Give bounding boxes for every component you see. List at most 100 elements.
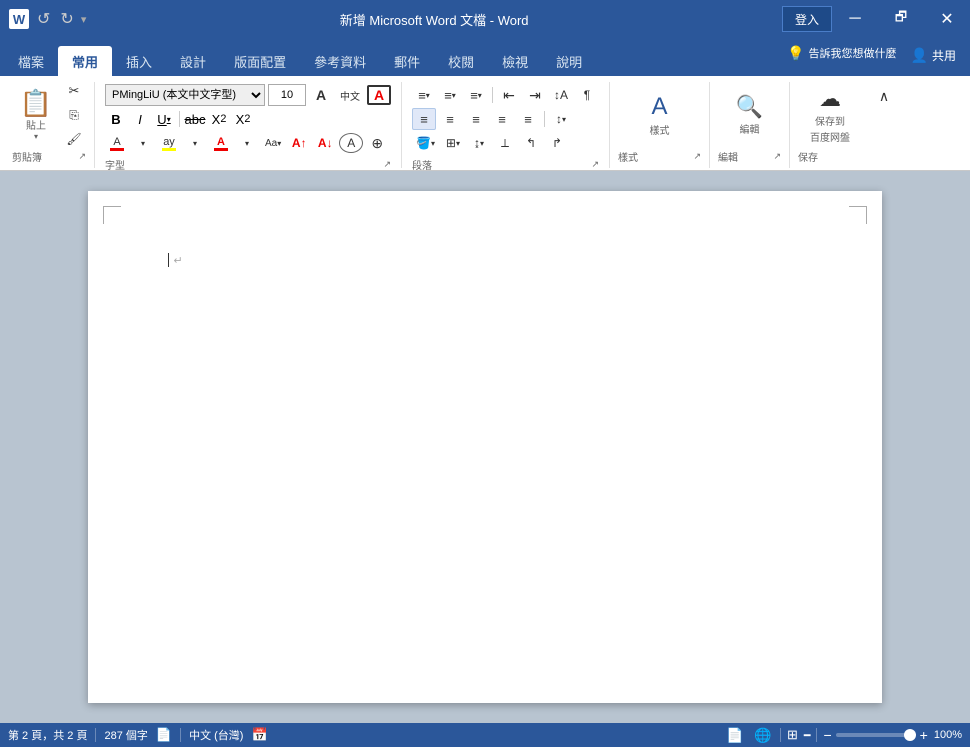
ribbon: 📋 貼上 ▾ ✂ ⎘ 🖌 剪貼簿 ↗ PMingLiU ( — [0, 76, 970, 171]
editing-label: 編輯 — [718, 148, 738, 165]
tab-bar-right: 💡 告訴我您想做什麼 👤 共用 — [787, 38, 966, 76]
tab-view[interactable]: 檢視 — [488, 46, 542, 76]
strikethrough-button[interactable]: abc — [184, 108, 206, 130]
font-color-btn[interactable]: A — [105, 132, 129, 154]
document-page[interactable]: ↵ — [88, 191, 882, 703]
font-encircle-btn[interactable]: ⊕ — [365, 132, 389, 154]
zoom-plus-btn[interactable]: + — [920, 727, 928, 743]
tab-home[interactable]: 常用 — [58, 46, 112, 76]
highlight-btn[interactable]: ay — [157, 132, 181, 154]
styles-expand[interactable]: ↗ — [693, 151, 701, 162]
minimize-button[interactable]: ─ — [832, 0, 878, 38]
tab-design[interactable]: 設計 — [166, 46, 220, 76]
word-app-icon: W — [8, 8, 30, 30]
save-label: 保存 — [798, 148, 818, 165]
clipboard-label: 剪貼簿 — [12, 148, 42, 165]
font-clear-btn[interactable]: A — [367, 85, 391, 105]
clipboard-expand[interactable]: ↗ — [78, 151, 86, 162]
tab-layout[interactable]: 版面配置 — [220, 46, 300, 76]
redo-button[interactable]: ↻ — [57, 9, 76, 29]
zoom-level[interactable]: 100% — [934, 729, 962, 741]
font-case-btn[interactable]: Aa▾ — [261, 132, 285, 154]
status-sep-4 — [816, 728, 817, 742]
login-button[interactable]: 登入 — [782, 6, 832, 32]
font-name-select[interactable]: PMingLiU (本文中文字型) — [105, 84, 265, 106]
copy-button[interactable]: ⎘ — [62, 104, 86, 126]
editing-expand[interactable]: ↗ — [773, 151, 781, 162]
view-web-btn[interactable]: 🌐 — [752, 726, 774, 744]
restore-button[interactable]: 🗗 — [878, 0, 924, 38]
ribbon-group-clipboard: 📋 貼上 ▾ ✂ ⎘ 🖌 剪貼簿 ↗ — [4, 82, 95, 168]
font-zh-btn[interactable]: 中文 — [336, 84, 364, 106]
tab-review[interactable]: 校閱 — [434, 46, 488, 76]
distribute-btn[interactable]: ≡ — [516, 108, 540, 130]
font-circle-btn[interactable]: A — [339, 133, 363, 153]
underline-button[interactable]: U▾ — [153, 108, 175, 130]
cut-button[interactable]: ✂ — [62, 80, 86, 102]
document-content[interactable]: ↵ — [168, 251, 802, 269]
justify-btn[interactable]: ≡ — [490, 108, 514, 130]
bullet-list-btn[interactable]: ≡ ▾ — [412, 84, 436, 106]
zoom-minus-btn[interactable]: − — [823, 727, 831, 743]
focus-icon[interactable]: ━ — [804, 729, 811, 742]
document-area[interactable]: ↵ — [0, 171, 970, 723]
align-center-btn[interactable]: ≡ — [438, 108, 462, 130]
page-info[interactable]: 第 2 頁，共 2 頁 — [8, 727, 87, 743]
zoom-track[interactable] — [836, 733, 916, 737]
decrease-indent-btn[interactable]: ⇤ — [497, 84, 521, 106]
font-size-input[interactable] — [268, 84, 306, 106]
format-painter-button[interactable]: 🖌 — [62, 128, 86, 150]
tell-me-box[interactable]: 💡 告訴我您想做什麼 — [787, 45, 896, 66]
editing-btn[interactable]: 🔍 編輯 — [725, 86, 775, 144]
increase-indent-btn[interactable]: ⇥ — [523, 84, 547, 106]
font-size-up2[interactable]: A↑ — [287, 132, 311, 154]
multilevel-list-btn[interactable]: ≡ ▾ — [464, 84, 488, 106]
zoom-thumb[interactable] — [904, 729, 916, 741]
italic-button[interactable]: I — [129, 108, 151, 130]
ribbon-collapse-btn[interactable]: ∧ — [872, 86, 896, 106]
vertical-text-btn[interactable]: ⟂ — [493, 132, 517, 154]
align-left-btn[interactable]: ≡ — [412, 108, 436, 130]
share-button[interactable]: 👤 共用 — [901, 43, 966, 68]
bold-button[interactable]: B — [105, 108, 127, 130]
shading-btn[interactable]: 🪣▾ — [412, 132, 439, 154]
sort-btn[interactable]: ↕A — [549, 84, 573, 106]
accessibility-icon[interactable]: 📅 — [251, 727, 267, 743]
paragraph-expand[interactable]: ↗ — [591, 159, 599, 170]
tab-help[interactable]: 說明 — [542, 46, 596, 76]
font-dropdown1[interactable]: ▾ — [131, 132, 155, 154]
view-print-btn[interactable]: 📄 — [724, 726, 746, 744]
language[interactable]: 中文 (台灣) — [189, 727, 243, 743]
close-button[interactable]: ✕ — [924, 0, 970, 38]
subscript-button[interactable]: X2 — [208, 108, 230, 130]
border-btn[interactable]: ⊞▾ — [441, 132, 465, 154]
ribbon-collapse-area: ∧ — [870, 82, 898, 168]
para-spacing-btn[interactable]: ↨▾ — [467, 132, 491, 154]
font-expand[interactable]: ↗ — [383, 159, 391, 170]
align-right-btn[interactable]: ≡ — [464, 108, 488, 130]
font-size-down[interactable]: A↓ — [313, 132, 337, 154]
font-dropdown3[interactable]: ▾ — [235, 132, 259, 154]
outline-icon[interactable]: ⊞ — [787, 727, 798, 743]
word-count[interactable]: 287 個字 — [104, 727, 147, 743]
superscript-button[interactable]: X2 — [232, 108, 254, 130]
show-marks-btn[interactable]: ¶ — [575, 84, 599, 106]
save-baidu-btn[interactable]: ☁ 保存到 百度网盤 — [800, 82, 860, 148]
font-dropdown2[interactable]: ▾ — [183, 132, 207, 154]
status-sep-2 — [180, 728, 181, 742]
tab-insert[interactable]: 插入 — [112, 46, 166, 76]
track-changes-icon[interactable]: 📄 — [156, 727, 172, 743]
tab-file[interactable]: 檔案 — [4, 46, 58, 76]
tab-references[interactable]: 參考資料 — [300, 46, 380, 76]
tab-mailings[interactable]: 郵件 — [380, 46, 434, 76]
ltr-btn[interactable]: ↱ — [545, 132, 569, 154]
undo-button[interactable]: ↺ — [34, 9, 53, 29]
font-size-up-btn[interactable]: A — [309, 84, 333, 106]
font-color-a-btn[interactable]: A — [209, 132, 233, 154]
line-spacing-btn[interactable]: ↕▾ — [549, 108, 573, 130]
rtl-btn[interactable]: ↰ — [519, 132, 543, 154]
numbered-list-btn[interactable]: ≡ ▾ — [438, 84, 462, 106]
page-corner-tl — [103, 206, 121, 224]
paste-button[interactable]: 📋 貼上 ▾ — [12, 78, 60, 152]
styles-btn[interactable]: A 樣式 — [630, 86, 690, 144]
